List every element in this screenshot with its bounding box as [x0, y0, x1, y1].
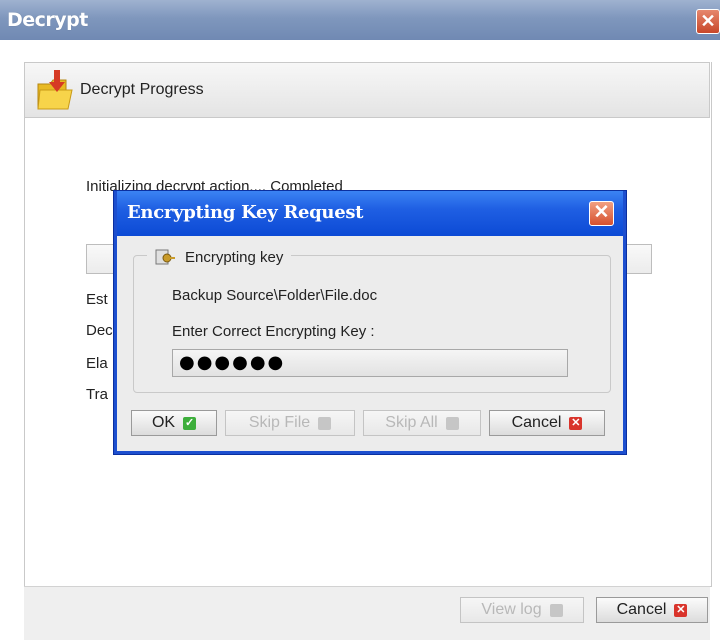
- transfer-label: Tra: [86, 386, 108, 403]
- window-titlebar[interactable]: Decrypt ✕: [0, 0, 720, 40]
- elapsed-label: Ela: [86, 355, 108, 372]
- skip-all-button[interactable]: Skip All: [363, 410, 481, 436]
- dialog-cancel-label: Cancel: [511, 414, 562, 431]
- decrypt-folder-icon: [37, 70, 73, 110]
- skip-file-label: Skip File: [248, 414, 311, 431]
- skip-file-icon: [318, 416, 332, 430]
- cancel-label: Cancel: [616, 601, 667, 618]
- window-close-button[interactable]: ✕: [696, 9, 720, 34]
- ok-label: OK: [151, 414, 176, 431]
- ok-button[interactable]: OK ✓: [131, 410, 217, 436]
- cancel-x-icon: ✕: [674, 603, 688, 617]
- decrypted-label: Dec: [86, 322, 113, 339]
- estimated-label: Est: [86, 291, 108, 308]
- dialog-title: Encrypting Key Request: [127, 202, 364, 223]
- window-title: Decrypt: [7, 9, 88, 31]
- log-icon: [549, 603, 563, 617]
- view-log-label: View log: [481, 601, 542, 618]
- dialog-cancel-x-icon: ✕: [569, 416, 583, 430]
- key-prompt: Enter Correct Encrypting Key :: [172, 323, 375, 340]
- encrypting-key-input[interactable]: ●●●●●●: [172, 349, 568, 377]
- ok-check-icon: ✓: [183, 416, 197, 430]
- cancel-button[interactable]: Cancel ✕: [596, 597, 708, 623]
- progress-title: Decrypt Progress: [80, 81, 204, 98]
- dialog-cancel-button[interactable]: Cancel ✕: [489, 410, 605, 436]
- key-group-label: Encrypting key: [185, 248, 284, 266]
- key-icon: [155, 249, 175, 265]
- key-group-legend: Encrypting key: [147, 246, 292, 268]
- view-log-button[interactable]: View log: [460, 597, 584, 623]
- skip-all-icon: [445, 416, 459, 430]
- skip-all-label: Skip All: [385, 414, 438, 431]
- dialog-close-button[interactable]: ✕: [589, 201, 614, 226]
- dialog-titlebar[interactable]: Encrypting Key Request ✕: [117, 191, 623, 236]
- skip-file-button[interactable]: Skip File: [225, 410, 355, 436]
- file-path: Backup Source\Folder\File.doc: [172, 287, 378, 304]
- encrypting-key-dialog: Encrypting Key Request ✕ Encrypting key …: [114, 191, 626, 454]
